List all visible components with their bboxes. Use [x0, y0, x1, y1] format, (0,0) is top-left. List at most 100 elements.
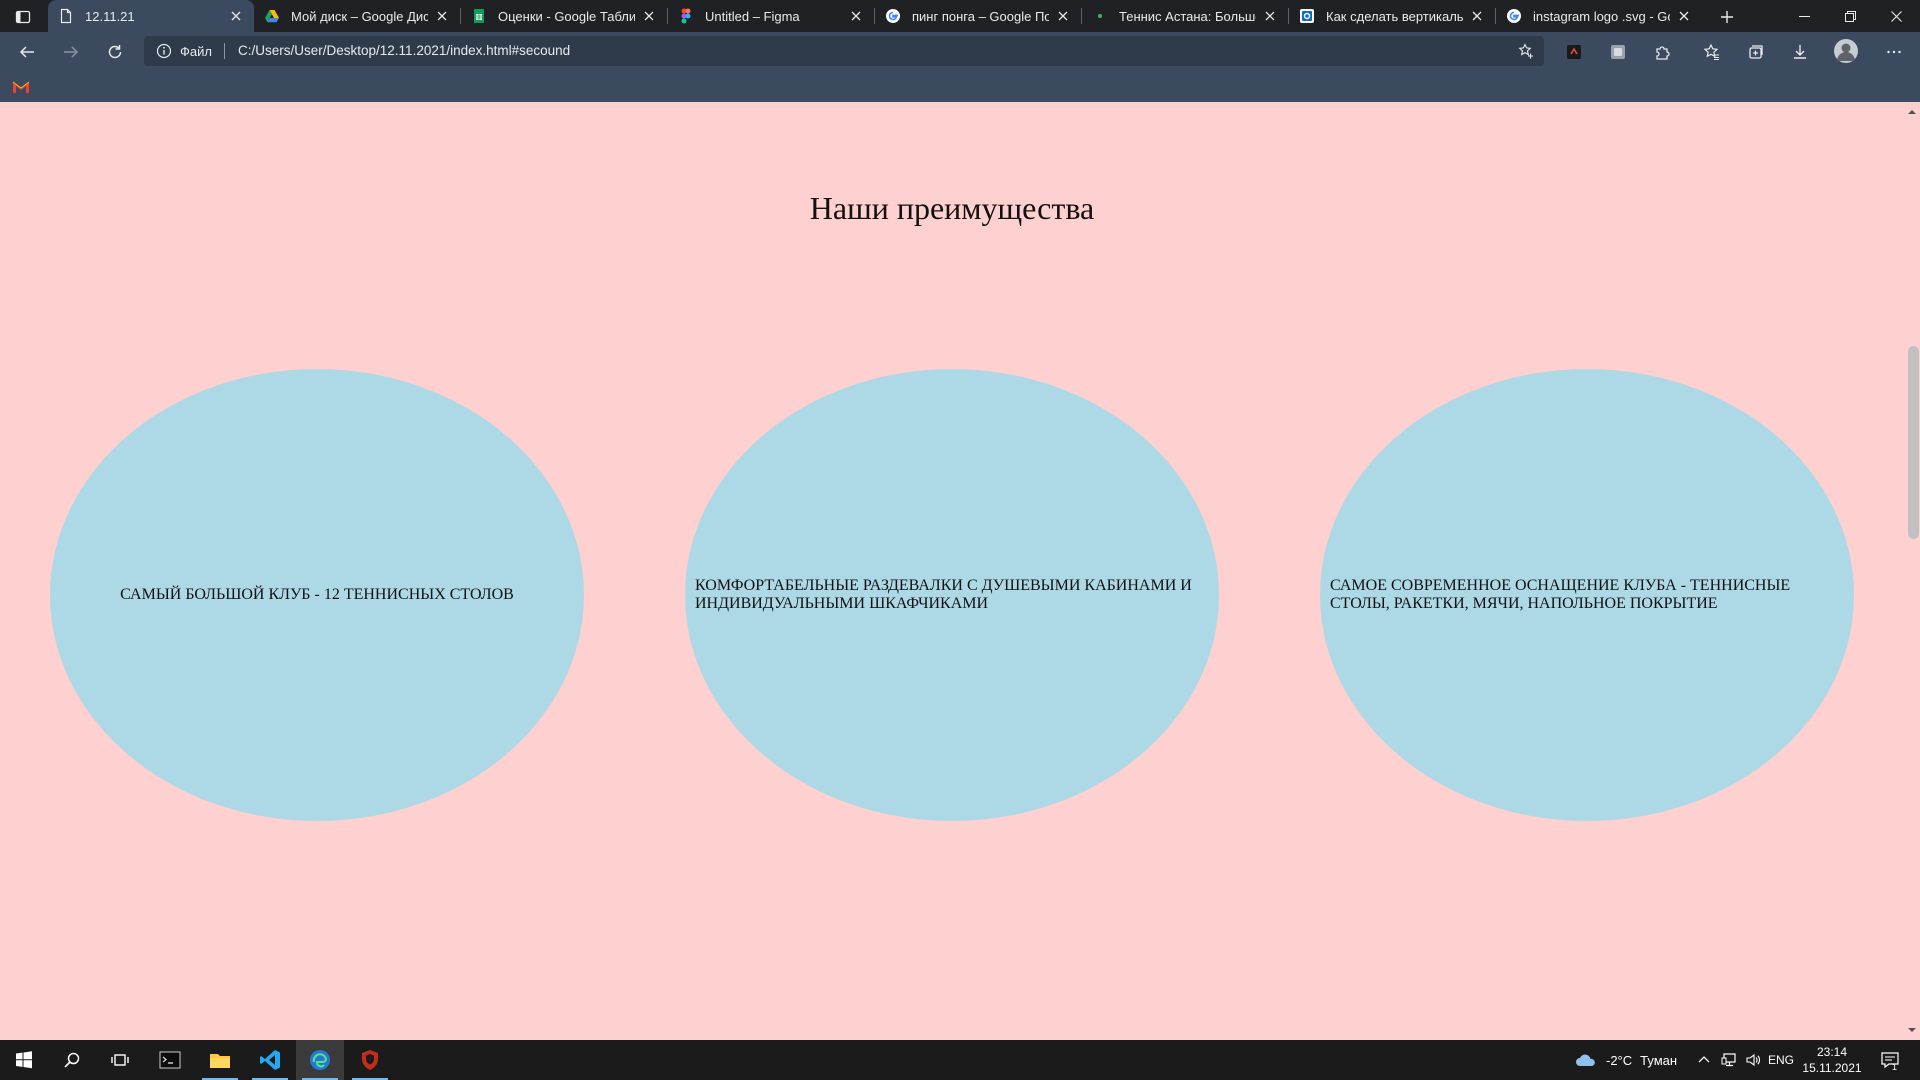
tab-title: Мой диск – Google Диск [291, 8, 428, 24]
scroll-up-icon[interactable] [1908, 108, 1916, 116]
security-app[interactable] [346, 1040, 394, 1080]
puzzle-icon [1656, 46, 1670, 60]
favorites-icon [1703, 43, 1719, 61]
tab-title: instagram logo .svg - Google [1533, 8, 1670, 24]
terminal-app[interactable] [146, 1040, 194, 1080]
close-tab-icon[interactable] [434, 8, 450, 24]
extension-red-icon [1567, 45, 1581, 59]
windows-taskbar: -2°C Туман ENG 23:14 15.11.2021 1 [0, 1040, 1920, 1080]
reload-button[interactable] [99, 36, 131, 68]
weather-condition: Туман [1640, 1052, 1678, 1068]
file-explorer-app[interactable] [196, 1040, 244, 1080]
notification-count: 1 [1892, 1062, 1898, 1072]
arrow-left-icon [19, 46, 34, 58]
downloads-button[interactable] [1784, 36, 1816, 68]
scrollbar-thumb[interactable] [1908, 346, 1919, 539]
vscode-app[interactable] [246, 1040, 294, 1080]
address-divider [224, 43, 225, 59]
notifications-button[interactable]: 1 [1876, 1040, 1904, 1080]
plus-icon [1721, 11, 1733, 23]
task-view-button[interactable] [96, 1040, 144, 1080]
close-tab-icon[interactable] [641, 8, 657, 24]
minimize-icon [1798, 15, 1810, 17]
tab-title: 12.11.21 [85, 8, 135, 24]
start-button[interactable] [0, 1040, 48, 1080]
cloud-icon [1576, 1054, 1595, 1066]
tab-4[interactable]: Untitled – Figma [668, 0, 874, 32]
gmail-icon [12, 81, 30, 93]
favorites-button[interactable] [1696, 36, 1728, 68]
url-text[interactable]: C:/Users/User/Desktop/12.11.2021/index.h… [238, 36, 570, 66]
volume-icon [1746, 1053, 1760, 1067]
extensions-button[interactable] [1646, 36, 1678, 68]
tab-5[interactable]: пинг понга – Google Поиск [875, 0, 1081, 32]
chevron-up-icon [1698, 1056, 1710, 1063]
star-plus-icon [1518, 43, 1533, 59]
clock[interactable]: 23:14 15.11.2021 [1800, 1044, 1864, 1076]
extension-grey-icon [1611, 45, 1625, 59]
gmail-bookmark[interactable] [12, 79, 30, 95]
tab-title: Оценки - Google Таблицы [498, 8, 635, 24]
extension-button[interactable] [1602, 36, 1634, 68]
forward-button[interactable] [55, 36, 87, 68]
windows-logo-icon [16, 1051, 32, 1069]
tab-title: пинг понга – Google Поиск [912, 8, 1049, 24]
network-button[interactable] [1720, 1040, 1738, 1080]
close-tab-icon[interactable] [1676, 8, 1692, 24]
tab-8[interactable]: instagram logo .svg - Google [1496, 0, 1702, 32]
page-viewport: Наши преимущества САМЫЙ БОЛЬШОЙ КЛУБ - 1… [0, 102, 1904, 1040]
volume-button[interactable] [1744, 1040, 1762, 1080]
info-icon [156, 43, 172, 59]
minimize-button[interactable] [1781, 0, 1827, 32]
site-info-button[interactable]: Файл [156, 36, 212, 66]
tab-title: Как сделать вертикальную [1326, 8, 1463, 24]
language-label: ENG [1768, 1053, 1795, 1067]
arrow-right-icon [64, 46, 79, 58]
search-button[interactable] [48, 1040, 96, 1080]
google-icon [1506, 8, 1522, 24]
restore-button[interactable] [1827, 0, 1873, 32]
feature-circle: САМЫЙ БОЛЬШОЙ КЛУБ - 12 ТЕННИСНЫХ СТОЛОВ [50, 369, 584, 821]
collections-icon [1749, 45, 1763, 59]
close-tab-icon[interactable] [1262, 8, 1278, 24]
edge-browser-app[interactable] [296, 1040, 344, 1080]
new-tab-button[interactable] [1713, 4, 1741, 30]
tab-strip: 12.11.21 Мой диск – Google Диск Оценки -… [0, 0, 1920, 32]
tab-1[interactable]: 12.11.21 [48, 0, 254, 32]
google-icon [885, 8, 901, 24]
tab-6[interactable]: Теннис Астана: Большой [1082, 0, 1288, 32]
close-tab-icon[interactable] [1055, 8, 1071, 24]
tab-actions-button[interactable] [6, 4, 40, 30]
vertical-scrollbar[interactable] [1904, 102, 1920, 1040]
task-view-icon [111, 1054, 129, 1066]
scroll-down-icon[interactable] [1908, 1026, 1916, 1034]
back-button[interactable] [11, 36, 43, 68]
outlook-icon [1299, 8, 1315, 24]
extension-button[interactable] [1558, 36, 1590, 68]
folder-icon [210, 1054, 230, 1068]
feature-text: САМЫЙ БОЛЬШОЙ КЛУБ - 12 ТЕННИСНЫХ СТОЛОВ [120, 586, 514, 603]
section-title: Наши преимущества [809, 190, 1095, 226]
close-tab-icon[interactable] [848, 8, 864, 24]
close-window-button[interactable] [1873, 0, 1919, 32]
language-indicator[interactable]: ENG [1768, 1040, 1794, 1080]
profile-avatar[interactable] [1834, 39, 1858, 63]
feature-text: КОМФОРТАБЕЛЬНЫЕ РАЗДЕВАЛКИ С ДУШЕВЫМИ КА… [695, 577, 1192, 612]
collections-button[interactable] [1740, 36, 1772, 68]
close-tab-icon[interactable] [228, 8, 244, 24]
file-icon [58, 8, 74, 24]
profile-icon [1837, 43, 1855, 61]
close-tab-icon[interactable] [1469, 8, 1485, 24]
tab-actions-icon [15, 10, 31, 24]
add-favorite-button[interactable] [1516, 41, 1536, 61]
tab-3[interactable]: Оценки - Google Таблицы [461, 0, 667, 32]
tab-2[interactable]: Мой диск – Google Диск [254, 0, 460, 32]
tab-7[interactable]: Как сделать вертикальную [1289, 0, 1495, 32]
menu-button[interactable] [1878, 36, 1910, 68]
weather-widget[interactable]: -2°C Туман [1574, 1040, 1677, 1080]
search-icon [64, 1052, 80, 1068]
clock-time: 23:14 [1816, 1045, 1848, 1059]
address-bar[interactable]: Файл C:/Users/User/Desktop/12.11.2021/in… [144, 36, 1544, 66]
show-hidden-icons-button[interactable] [1696, 1040, 1712, 1080]
weather-temperature: -2°C [1606, 1052, 1633, 1068]
